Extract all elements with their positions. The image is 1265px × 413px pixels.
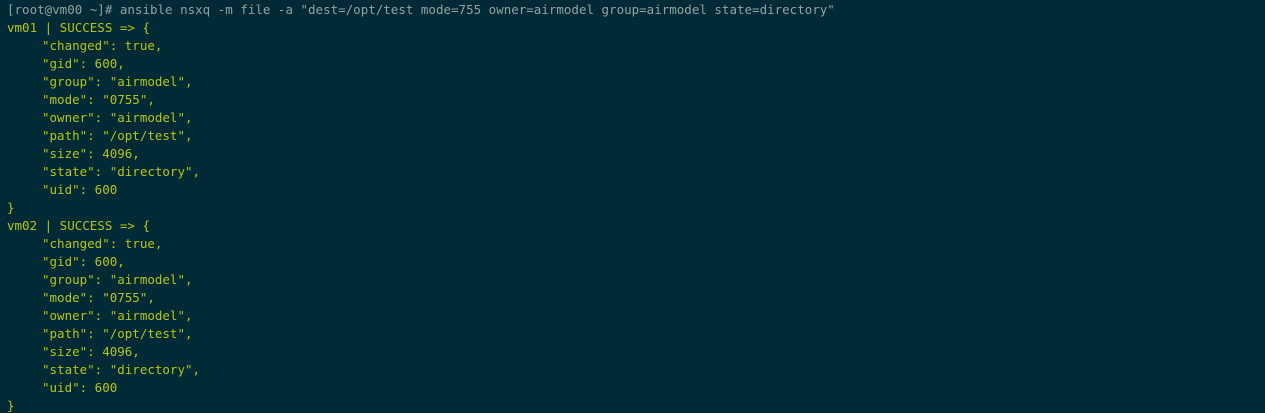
host-footer: } (7, 200, 15, 215)
result-field: "changed": true, (42, 38, 163, 53)
host-footer: } (7, 398, 15, 413)
result-field: "owner": "airmodel", (42, 308, 193, 323)
result-field: "size": 4096, (42, 146, 140, 161)
host-result-vm02: vm02 | SUCCESS => { "changed": true, "gi… (7, 217, 1265, 413)
command-line: [root@vm00 ~]# ansible nsxq -m file -a "… (7, 2, 835, 17)
result-field: "size": 4096, (42, 344, 140, 359)
result-field: "owner": "airmodel", (42, 110, 193, 125)
result-field: "state": "directory", (42, 362, 201, 377)
result-field: "gid": 600, (42, 56, 125, 71)
terminal-window[interactable]: [root@vm00 ~]# ansible nsxq -m file -a "… (0, 0, 1265, 413)
result-field: "uid": 600 (42, 182, 118, 197)
result-field: "group": "airmodel", (42, 74, 193, 89)
result-field: "group": "airmodel", (42, 272, 193, 287)
host-header: vm02 | SUCCESS => { (7, 218, 150, 233)
result-field: "path": "/opt/test", (42, 128, 193, 143)
result-field: "gid": 600, (42, 254, 125, 269)
host-result-vm01: vm01 | SUCCESS => { "changed": true, "gi… (7, 19, 1265, 217)
host-header: vm01 | SUCCESS => { (7, 20, 150, 35)
result-field: "path": "/opt/test", (42, 326, 193, 341)
result-field: "mode": "0755", (42, 290, 155, 305)
result-field: "mode": "0755", (42, 92, 155, 107)
result-field: "changed": true, (42, 236, 163, 251)
result-field: "uid": 600 (42, 380, 118, 395)
result-field: "state": "directory", (42, 164, 201, 179)
